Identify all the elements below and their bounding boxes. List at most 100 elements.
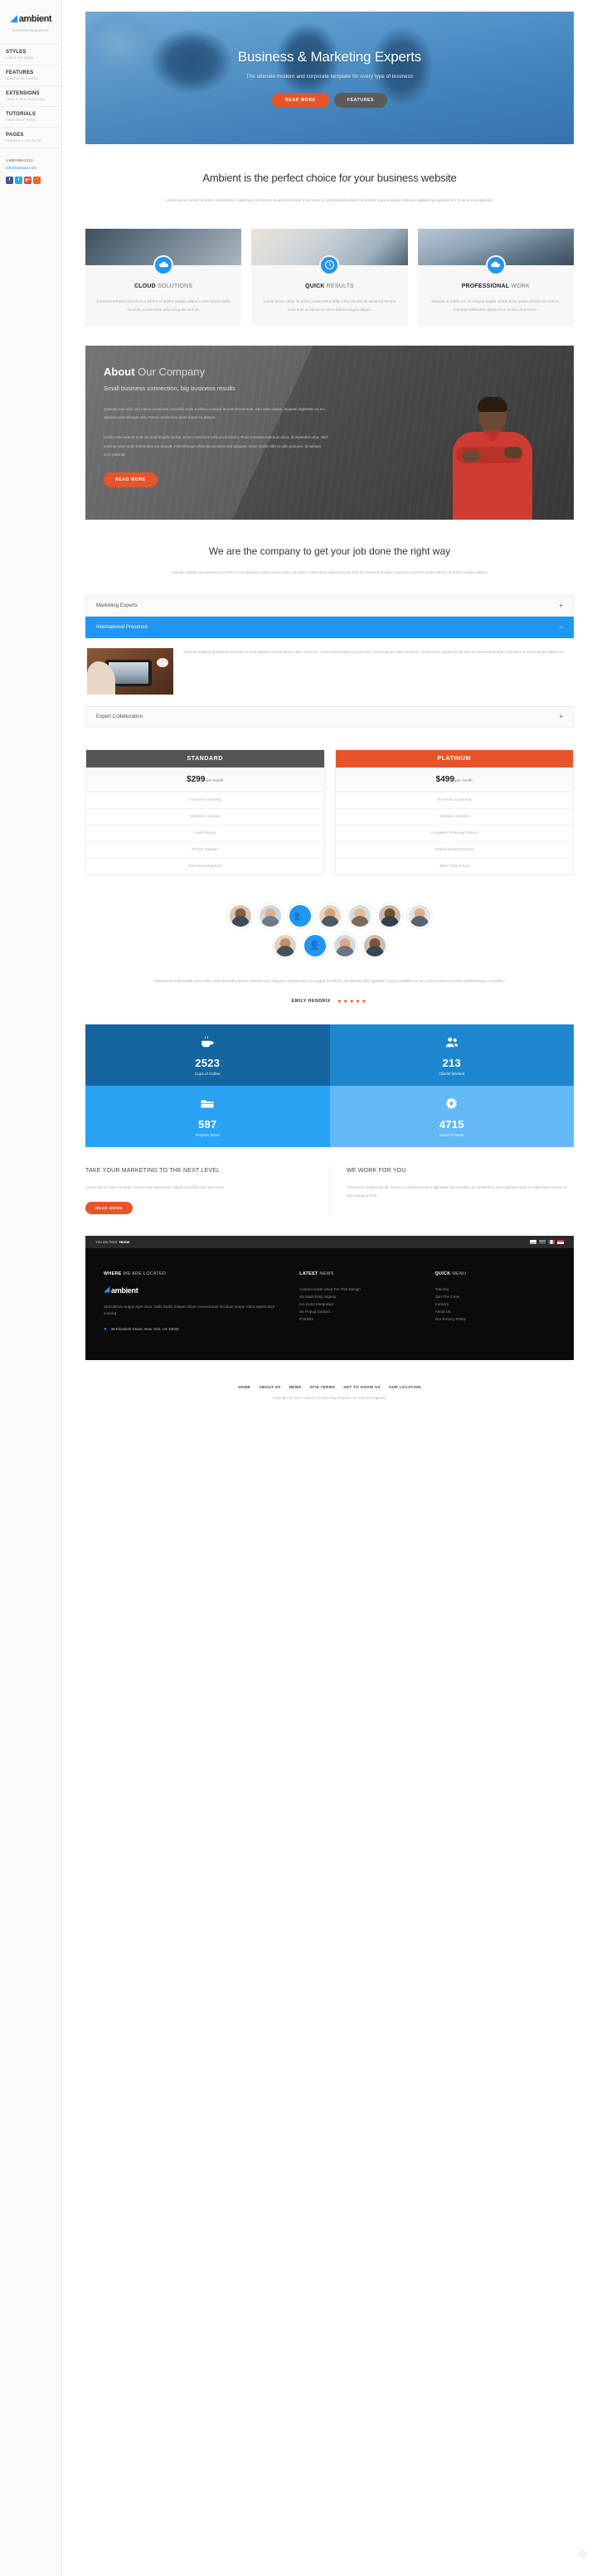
facebook-icon[interactable]: f <box>6 177 13 184</box>
pricing-plan-standard: STANDARD $299/per month 4 Hours Coaching… <box>85 748 325 875</box>
sidebar-nav: STYLES LIGHT OR DARK FEATURES WHAT'S INC… <box>0 44 61 148</box>
breadcrumb-prefix: You are here: <box>95 1239 119 1244</box>
avatar-placeholder[interactable]: 👥 <box>287 903 313 928</box>
sidebar-logo[interactable]: ambient MODERN BUSINESS <box>0 10 61 44</box>
plus-icon: + <box>559 712 563 720</box>
price-amount: $499 <box>435 774 454 784</box>
pricing-feature: Individualized Support <box>335 842 573 859</box>
hero-title: Business & Marketing Experts <box>237 48 422 65</box>
bottom-nav-news[interactable]: NEWS <box>289 1385 302 1389</box>
features-button[interactable]: FEATURES <box>333 92 388 108</box>
sidebar-item-styles[interactable]: STYLES LIGHT OR DARK <box>0 45 61 65</box>
counter-label: Hours of Work <box>439 1132 464 1137</box>
bottom-nav-about-us[interactable]: ABOUT US <box>259 1385 280 1389</box>
avatar[interactable] <box>317 903 342 928</box>
accordion: Marketing Experts + International Presen… <box>85 594 574 728</box>
sidebar-email[interactable]: info@domain.com <box>6 166 56 170</box>
avatar[interactable] <box>332 932 357 958</box>
footer-menu-link[interactable]: Careers <box>435 1301 556 1309</box>
flag-icon[interactable] <box>548 1239 555 1244</box>
counter-label: Projects Done <box>195 1132 220 1137</box>
avatar[interactable] <box>257 903 283 928</box>
avatar[interactable] <box>347 903 372 928</box>
footer-menu-link[interactable]: About Us <box>435 1309 556 1316</box>
bottom-nav-our-location[interactable]: OUR LOCATION <box>389 1385 421 1389</box>
accordion-label: Expert Collaboration <box>96 714 143 720</box>
clock-icon <box>319 254 340 275</box>
footer-menu-link[interactable]: Join The Crew <box>435 1294 556 1301</box>
accordion-label: Marketing Experts <box>96 603 138 609</box>
counter-clients-worked: 213 Clients Worked <box>329 1024 574 1087</box>
read-more-button[interactable]: READ MORE <box>271 92 329 108</box>
flag-icon[interactable] <box>557 1239 564 1244</box>
cta-columns-section: TAKE YOUR MARKETING TO THE NEXT LEVEL Lo… <box>85 1167 574 1214</box>
avatar[interactable] <box>376 903 402 928</box>
footer-column-heading: QUICK MENU <box>434 1271 467 1276</box>
sidebar-item-extensions[interactable]: EXTENSIONS TOOLS AND MODULES <box>0 86 61 107</box>
gear-icon <box>444 1097 459 1114</box>
sidebar-item-tutorials[interactable]: TUTORIALS FIND HELP HERE <box>0 107 61 128</box>
team-avatars-section: 👥 👤 <box>62 875 597 958</box>
intro-heading: Ambient is the perfect choice for your b… <box>202 172 457 184</box>
footer-news-link[interactable]: Custom Code Used For This Design <box>299 1286 420 1294</box>
bottom-nav-home[interactable]: HOME <box>238 1385 250 1389</box>
pricing-feature: 20 Hours Coaching <box>335 792 573 809</box>
avatar-placeholder[interactable]: 👤 <box>302 932 328 958</box>
service-card-quick-results[interactable]: QUICK RESULTS Lorem ipsum dolor sit amet… <box>251 228 408 326</box>
copyright-text: Copyright @ 2015. Ambient. Designed by S… <box>272 1395 387 1400</box>
service-card-title: QUICK RESULTS <box>305 283 354 289</box>
service-card-image <box>251 228 408 275</box>
avatar[interactable] <box>272 932 298 958</box>
testimonial-quote: "Maecenas sollicitudin arcu odio, vitae … <box>153 979 506 984</box>
footer-address: ● 35 Elizabeth Street, New York, US 3302… <box>104 1327 284 1332</box>
service-card-cloud-solutions[interactable]: CLOUD SOLUTIONS Eiusmod tempor incid dun… <box>85 228 242 326</box>
sidebar-item-title: EXTENSIONS <box>6 91 40 96</box>
footer-news-link[interactable]: Ion Icons Integrated <box>299 1301 420 1309</box>
user-icon: 👤 <box>308 941 321 951</box>
bottom-nav-get-to-know-us[interactable]: GET TO KNOW US <box>343 1385 381 1389</box>
footer-menu-link[interactable]: Our Privacy Policy <box>435 1316 556 1324</box>
accordion-header-international-presence[interactable]: International Presence – <box>85 616 574 638</box>
section2-text: Aliquam adipiscing egestas leo Duis et e… <box>171 569 488 574</box>
twitter-icon[interactable]: t <box>15 177 22 184</box>
flag-icon[interactable] <box>530 1239 536 1244</box>
accordion-panel-international-presence: Aliquam adipiscing egestas leo Duis et e… <box>85 638 574 706</box>
main-content: Business & Marketing Experts The ultimat… <box>62 0 597 1421</box>
cta-read-more-button[interactable]: READ MORE <box>85 1201 133 1214</box>
footer-column-quick-menu: QUICK MENU Training Join The Crew Career… <box>435 1271 556 1332</box>
counter-hours-of-work: 4715 Hours of Work <box>329 1086 574 1148</box>
google-plus-icon[interactable]: g+ <box>24 177 32 184</box>
footer-news-link[interactable]: S5 Popup Contact <box>299 1309 420 1316</box>
pricing-plan-price: $299/per month <box>86 767 324 792</box>
footer-menu-link[interactable]: Training <box>435 1286 556 1294</box>
service-card-text: Lorem ipsum dolor sit amet, consectetur … <box>263 298 396 312</box>
sidebar-item-sub: FIND HELP HERE <box>6 119 36 122</box>
breadcrumb-current: Home <box>119 1239 130 1244</box>
bottom-nav-site-terms[interactable]: SITE TERMS <box>310 1385 336 1389</box>
footer-news-link[interactable]: Portfolio <box>299 1316 420 1324</box>
pricing-feature: Website Analysis <box>86 809 324 826</box>
bottom-navigation: HOME ABOUT US NEWS SITE TERMS GET TO KNO… <box>62 1360 597 1396</box>
cta-heading: TAKE YOUR MARKETING TO THE NEXT LEVEL <box>85 1168 221 1174</box>
rss-icon[interactable]: ◔ <box>33 177 41 184</box>
sidebar-item-title: TUTORIALS <box>6 112 36 117</box>
avatar[interactable] <box>227 903 253 928</box>
footer-columns: WHERE WE ARE LOCATED ambient Sed ultrice… <box>85 1248 574 1360</box>
service-card-professional-work[interactable]: PROFESSIONAL WORK Aliquam ut mollis mi. … <box>417 228 574 326</box>
avatar[interactable] <box>362 932 387 958</box>
sidebar-item-features[interactable]: FEATURES WHAT'S INCLUDED <box>0 65 61 86</box>
accordion-header-expert-collaboration[interactable]: Expert Collaboration + <box>85 705 574 728</box>
testimonial-author: EMILY HENDRIX <box>291 999 331 1005</box>
footer-address-text: 35 Elizabeth Street, New York, US 33026 <box>110 1327 179 1332</box>
service-card-image <box>85 228 242 275</box>
footer-news-link[interactable]: S5 MailChimp Signup <box>299 1294 420 1301</box>
accordion-header-marketing-experts[interactable]: Marketing Experts + <box>85 594 574 617</box>
footer-about-text: Sed ultrices augue eget risus. Nulla fac… <box>104 1304 275 1316</box>
logo-text: ambient <box>18 14 52 24</box>
avatar[interactable] <box>406 903 432 928</box>
about-read-more-button[interactable]: READ MORE <box>104 472 158 488</box>
minus-icon: – <box>559 622 563 631</box>
flag-icon[interactable] <box>539 1239 546 1244</box>
page-root: ambient MODERN BUSINESS STYLES LIGHT OR … <box>0 0 597 2576</box>
sidebar-item-pages[interactable]: PAGES PREBUILT LAYOUTS <box>0 128 61 148</box>
